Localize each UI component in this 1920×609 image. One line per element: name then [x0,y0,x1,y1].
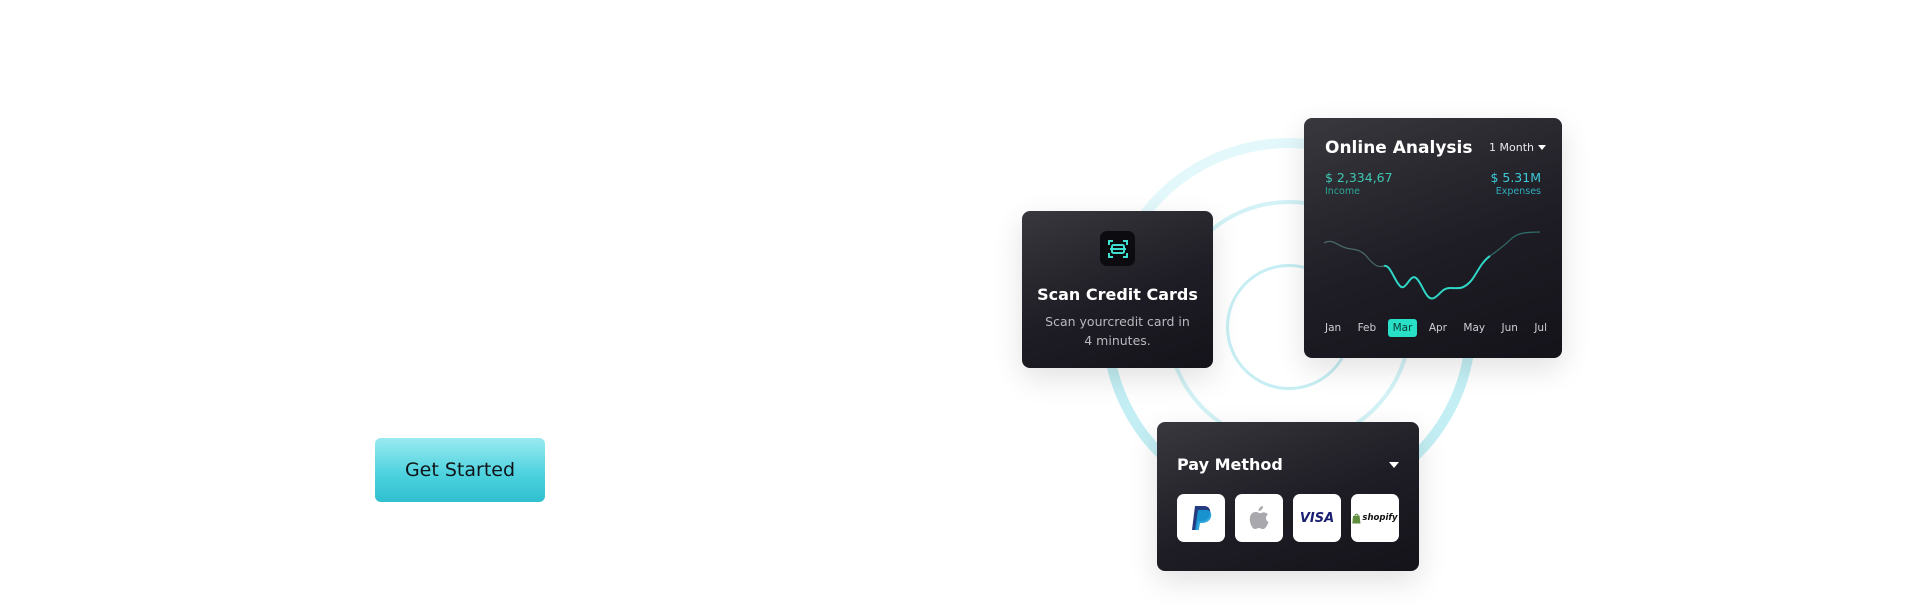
shopify-wordmark: shopify [1362,513,1398,523]
chevron-down-icon[interactable] [1389,462,1399,468]
chevron-down-icon [1537,145,1546,150]
month-jan[interactable]: Jan [1320,319,1346,337]
paypal-button[interactable] [1177,494,1225,542]
payment-methods-list: VISA shopify [1177,494,1399,542]
range-label: 1 Month [1489,141,1534,154]
chart-line-faded-right [1489,231,1541,257]
expenses-value: $ 5.31M [1490,170,1541,185]
get-started-button[interactable]: Get Started [375,438,545,502]
scan-card-subtitle: Scan yourcredit card in 4 minutes. [1045,314,1190,348]
scan-card-icon [1100,231,1135,266]
income-value: $ 2,334,67 [1325,170,1393,185]
analysis-line-chart [1324,231,1541,300]
scan-card-title: Scan Credit Cards [1037,285,1198,304]
paypal-icon [1192,506,1212,530]
visa-button[interactable]: VISA [1293,494,1341,542]
month-feb[interactable]: Feb [1353,319,1382,337]
apple-icon [1249,506,1269,529]
analysis-title: Online Analysis [1325,138,1473,158]
online-analysis-card: Online Analysis 1 Month $ 2,334,67 Incom… [1304,118,1562,358]
scan-credit-cards-card: Scan Credit Cards Scan yourcredit card i… [1022,211,1213,368]
visa-icon: VISA [1299,510,1335,526]
month-jul[interactable]: Jul [1529,319,1552,337]
pay-method-card: Pay Method VISA shopify [1157,422,1419,571]
chart-line-faded-left [1324,240,1385,268]
month-jun[interactable]: Jun [1497,319,1523,337]
pay-method-title: Pay Method [1177,455,1283,474]
apple-pay-button[interactable] [1235,494,1283,542]
shopify-button[interactable]: shopify [1351,494,1399,542]
month-mar[interactable]: Mar [1387,319,1418,337]
shopify-icon: shopify [1352,513,1398,524]
month-apr[interactable]: Apr [1424,319,1452,337]
shopify-bag-icon [1352,513,1361,523]
range-dropdown[interactable]: 1 Month [1489,141,1546,154]
income-label: Income [1325,186,1360,197]
month-may[interactable]: May [1458,319,1490,337]
expenses-label: Expenses [1495,186,1541,197]
chart-line-highlight [1383,255,1491,300]
month-selector: Jan Feb Mar Apr May Jun Jul [1320,319,1552,337]
